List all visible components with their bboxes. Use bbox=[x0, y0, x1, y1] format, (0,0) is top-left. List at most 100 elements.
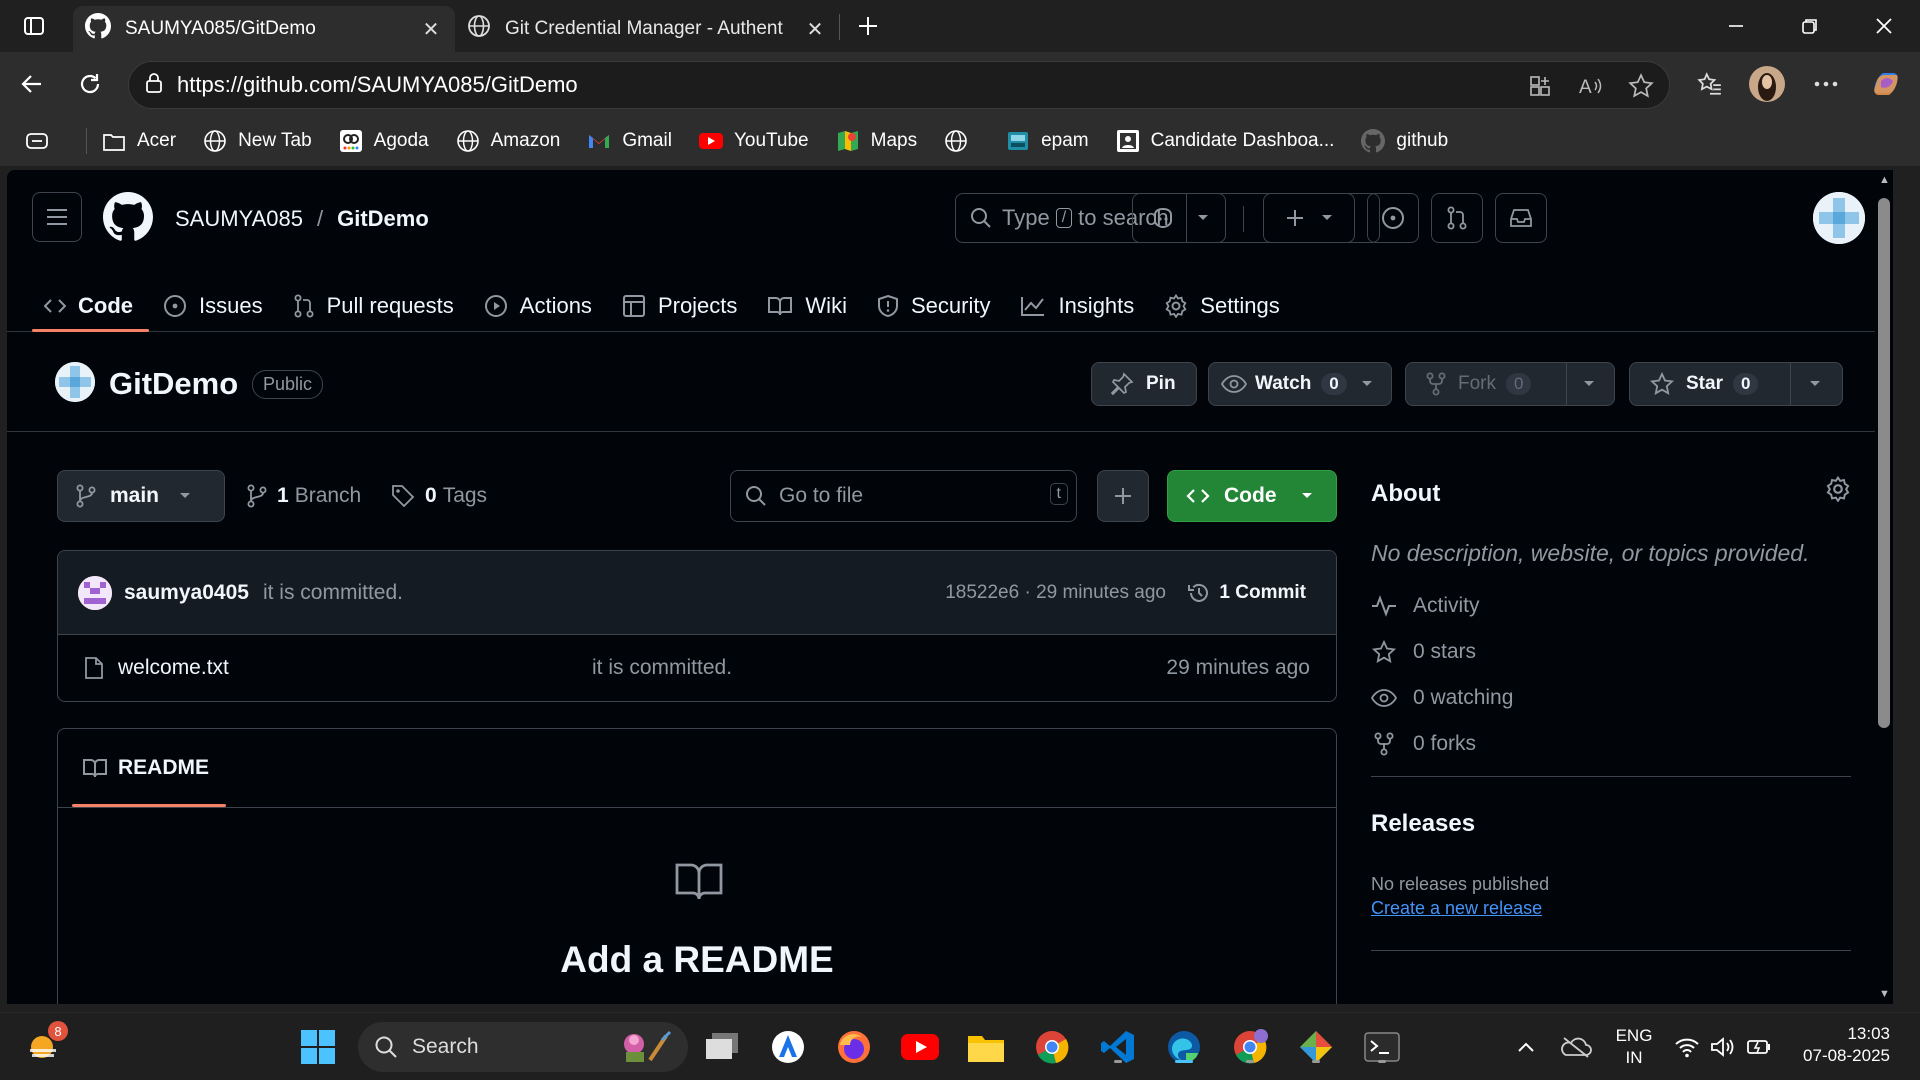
commit-author-avatar[interactable] bbox=[78, 575, 112, 610]
wifi-icon[interactable] bbox=[1670, 1027, 1704, 1067]
pin-button[interactable]: Pin bbox=[1091, 362, 1197, 406]
repo-link[interactable]: GitDemo bbox=[337, 206, 429, 231]
watching-link[interactable]: 0 watching bbox=[1371, 686, 1513, 710]
bookmark-gmail[interactable]: Gmail bbox=[586, 128, 672, 154]
owner-link[interactable]: SAUMYA085 bbox=[175, 206, 303, 231]
vscode-icon[interactable] bbox=[1098, 1027, 1138, 1067]
scroll-thumb[interactable] bbox=[1878, 198, 1890, 728]
minimize-icon[interactable] bbox=[1714, 8, 1758, 44]
app-available-icon[interactable] bbox=[1525, 70, 1557, 102]
scroll-up-icon[interactable]: ▲ bbox=[1879, 174, 1890, 186]
clock[interactable]: 13:03 07-08-2025 bbox=[1794, 1023, 1890, 1067]
close-tab-icon[interactable]: ✕ bbox=[419, 17, 443, 42]
tab-issues[interactable]: Issues bbox=[151, 280, 279, 332]
tab-wiki[interactable]: Wiki bbox=[755, 280, 863, 332]
branch-selector[interactable]: main bbox=[57, 470, 225, 522]
activity-link[interactable]: Activity bbox=[1371, 594, 1480, 618]
youtube-app-icon[interactable] bbox=[900, 1027, 940, 1067]
repo-name[interactable]: GitDemo bbox=[109, 366, 238, 402]
url-field[interactable]: https://github.com/SAUMYA085/GitDemo A bbox=[128, 61, 1670, 109]
profile-avatar[interactable] bbox=[1747, 64, 1787, 104]
create-new-button[interactable] bbox=[1263, 193, 1355, 243]
stars-link[interactable]: 0 stars bbox=[1371, 640, 1476, 664]
commit-message[interactable]: it is committed. bbox=[263, 581, 403, 605]
git-tool-icon[interactable] bbox=[1296, 1027, 1336, 1067]
more-options-icon[interactable] bbox=[1806, 64, 1846, 104]
close-window-icon[interactable] bbox=[1862, 8, 1906, 44]
user-avatar[interactable] bbox=[1813, 192, 1865, 244]
chrome-icon[interactable] bbox=[1032, 1027, 1072, 1067]
code-dropdown-button[interactable]: Code bbox=[1167, 470, 1337, 522]
star-button[interactable]: Star 0 bbox=[1629, 362, 1843, 406]
start-icon[interactable] bbox=[298, 1027, 338, 1067]
file-commit-message[interactable]: it is committed. bbox=[592, 656, 732, 680]
tab-settings[interactable]: Settings bbox=[1152, 280, 1296, 332]
bookmark-globe[interactable] bbox=[943, 128, 979, 154]
bookmarks-menu-icon[interactable] bbox=[24, 128, 60, 154]
copilot-icon[interactable] bbox=[1866, 64, 1906, 104]
bookmark-github[interactable]: github bbox=[1360, 128, 1448, 154]
read-aloud-icon[interactable]: A bbox=[1575, 70, 1607, 102]
favorite-star-icon[interactable] bbox=[1625, 70, 1657, 102]
file-name[interactable]: welcome.txt bbox=[118, 656, 229, 680]
file-row[interactable]: welcome.txt it is committed. 29 minutes … bbox=[58, 635, 1336, 701]
battery-icon[interactable] bbox=[1742, 1027, 1776, 1067]
chrome-profile-icon[interactable] bbox=[1230, 1027, 1270, 1067]
tab-projects[interactable]: Projects bbox=[610, 280, 753, 332]
bookmark-youtube[interactable]: YouTube bbox=[698, 128, 809, 154]
task-view-icon[interactable] bbox=[702, 1027, 742, 1067]
terminal-icon[interactable] bbox=[1362, 1027, 1402, 1067]
browser-tab-credential-manager[interactable]: Git Credential Manager - Authent ✕ bbox=[455, 6, 839, 52]
bookmark-epam[interactable]: epam bbox=[1005, 128, 1089, 154]
weather-icon[interactable]: 8 bbox=[24, 1021, 68, 1067]
watch-button[interactable]: Watch 0 bbox=[1208, 362, 1392, 406]
tab-actions-icon[interactable] bbox=[12, 8, 56, 44]
file-explorer-icon[interactable] bbox=[966, 1027, 1006, 1067]
new-tab-icon[interactable] bbox=[846, 8, 890, 44]
branches-link[interactable]: 1 Branch bbox=[247, 484, 361, 508]
bookmark-maps[interactable]: Maps bbox=[835, 128, 917, 154]
refresh-icon[interactable] bbox=[70, 64, 110, 104]
forks-link[interactable]: 0 forks bbox=[1371, 732, 1476, 756]
go-to-file-input[interactable]: Go to file t bbox=[730, 470, 1077, 522]
bookmark-new-tab[interactable]: New Tab bbox=[202, 128, 312, 154]
tab-security[interactable]: Security bbox=[865, 280, 1006, 332]
repo-owner-avatar[interactable] bbox=[55, 362, 95, 402]
page-scrollbar[interactable]: ▲ ▼ bbox=[1875, 170, 1893, 1004]
tab-actions[interactable]: Actions bbox=[472, 280, 608, 332]
edge-icon[interactable] bbox=[1164, 1027, 1204, 1067]
tags-link[interactable]: 0 Tags bbox=[391, 484, 487, 508]
copilot-app-icon[interactable] bbox=[768, 1027, 808, 1067]
firefox-icon[interactable] bbox=[834, 1027, 874, 1067]
back-icon[interactable] bbox=[12, 64, 52, 104]
copilot-button[interactable] bbox=[1132, 193, 1226, 243]
commit-author[interactable]: saumya0405 bbox=[124, 581, 249, 605]
restore-icon[interactable] bbox=[1788, 8, 1832, 44]
create-release-link[interactable]: Create a new release bbox=[1371, 898, 1542, 919]
taskbar-search[interactable]: Search bbox=[358, 1022, 688, 1072]
github-logo-icon[interactable] bbox=[103, 192, 153, 247]
commit-meta[interactable]: 18522e6 · 29 minutes ago bbox=[945, 582, 1166, 604]
favorites-icon[interactable] bbox=[1690, 64, 1730, 104]
bookmark-agoda[interactable]: Agoda bbox=[338, 128, 429, 154]
pull-requests-button[interactable] bbox=[1431, 193, 1483, 243]
readme-tab[interactable]: README bbox=[72, 729, 226, 807]
language-indicator[interactable]: ENG IN bbox=[1612, 1025, 1656, 1069]
bookmark-candidate-dashboard[interactable]: Candidate Dashboa... bbox=[1115, 128, 1334, 154]
url-text[interactable]: https://github.com/SAUMYA085/GitDemo bbox=[177, 72, 578, 98]
scroll-down-icon[interactable]: ▼ bbox=[1879, 988, 1890, 1000]
inbox-button[interactable] bbox=[1495, 193, 1547, 243]
menu-icon[interactable] bbox=[32, 192, 82, 242]
star-dropdown[interactable] bbox=[1791, 363, 1839, 405]
chevron-up-icon[interactable] bbox=[1506, 1027, 1546, 1067]
fork-dropdown[interactable] bbox=[1567, 363, 1611, 405]
fork-button[interactable]: Fork 0 bbox=[1405, 362, 1615, 406]
onedrive-icon[interactable] bbox=[1556, 1027, 1596, 1067]
volume-icon[interactable] bbox=[1706, 1027, 1740, 1067]
tab-code[interactable]: Code bbox=[32, 280, 149, 332]
gear-icon[interactable] bbox=[1825, 475, 1851, 507]
issues-button[interactable] bbox=[1367, 193, 1419, 243]
commits-link[interactable]: 1 Commit bbox=[1187, 581, 1306, 605]
tab-insights[interactable]: Insights bbox=[1008, 280, 1150, 332]
close-tab-icon[interactable]: ✕ bbox=[803, 17, 827, 42]
